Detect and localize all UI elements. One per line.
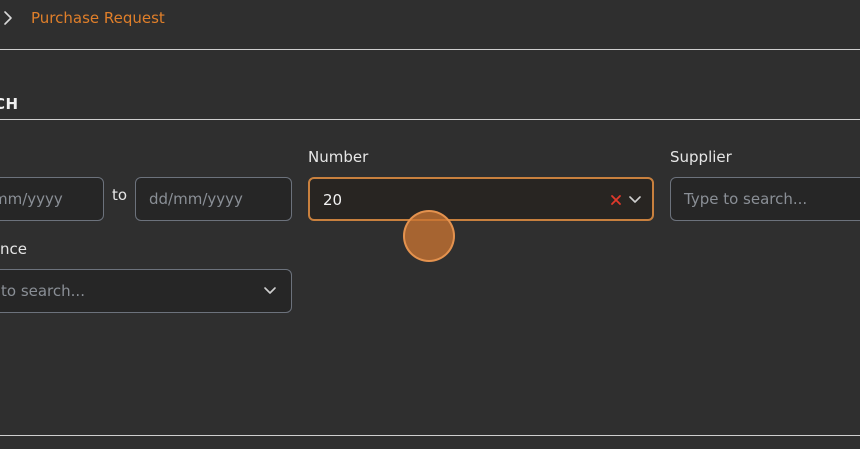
- purchase-request-page: Purchase Request CH mm/yyyy to dd/mm/yyy…: [0, 0, 860, 449]
- header-divider: [0, 49, 860, 50]
- supplier-label: Supplier: [670, 148, 732, 166]
- breadcrumb-current[interactable]: Purchase Request: [31, 8, 165, 28]
- date-from-input[interactable]: mm/yyyy: [0, 177, 104, 221]
- section-divider: [0, 119, 860, 120]
- reference-select[interactable]: to search...: [0, 269, 292, 313]
- footer-divider: [0, 435, 860, 436]
- supplier-search-input[interactable]: Type to search...: [670, 177, 860, 221]
- date-to-placeholder: dd/mm/yyyy: [149, 190, 243, 208]
- reference-label: nce: [0, 240, 27, 258]
- date-to-input[interactable]: dd/mm/yyyy: [135, 177, 292, 221]
- section-title: CH: [0, 95, 19, 113]
- breadcrumb-chevron-right-icon: [4, 11, 12, 25]
- supplier-placeholder: Type to search...: [684, 190, 808, 208]
- clear-icon[interactable]: [610, 194, 622, 206]
- touch-indicator: [403, 210, 455, 262]
- number-select[interactable]: 20: [308, 177, 654, 221]
- date-from-placeholder: mm/yyyy: [0, 190, 63, 208]
- chevron-down-icon[interactable]: [628, 195, 642, 205]
- chevron-down-icon[interactable]: [263, 286, 277, 296]
- reference-placeholder: to search...: [1, 282, 85, 300]
- date-range-separator: to: [112, 186, 128, 204]
- number-value: 20: [323, 191, 343, 209]
- number-label: Number: [308, 148, 369, 166]
